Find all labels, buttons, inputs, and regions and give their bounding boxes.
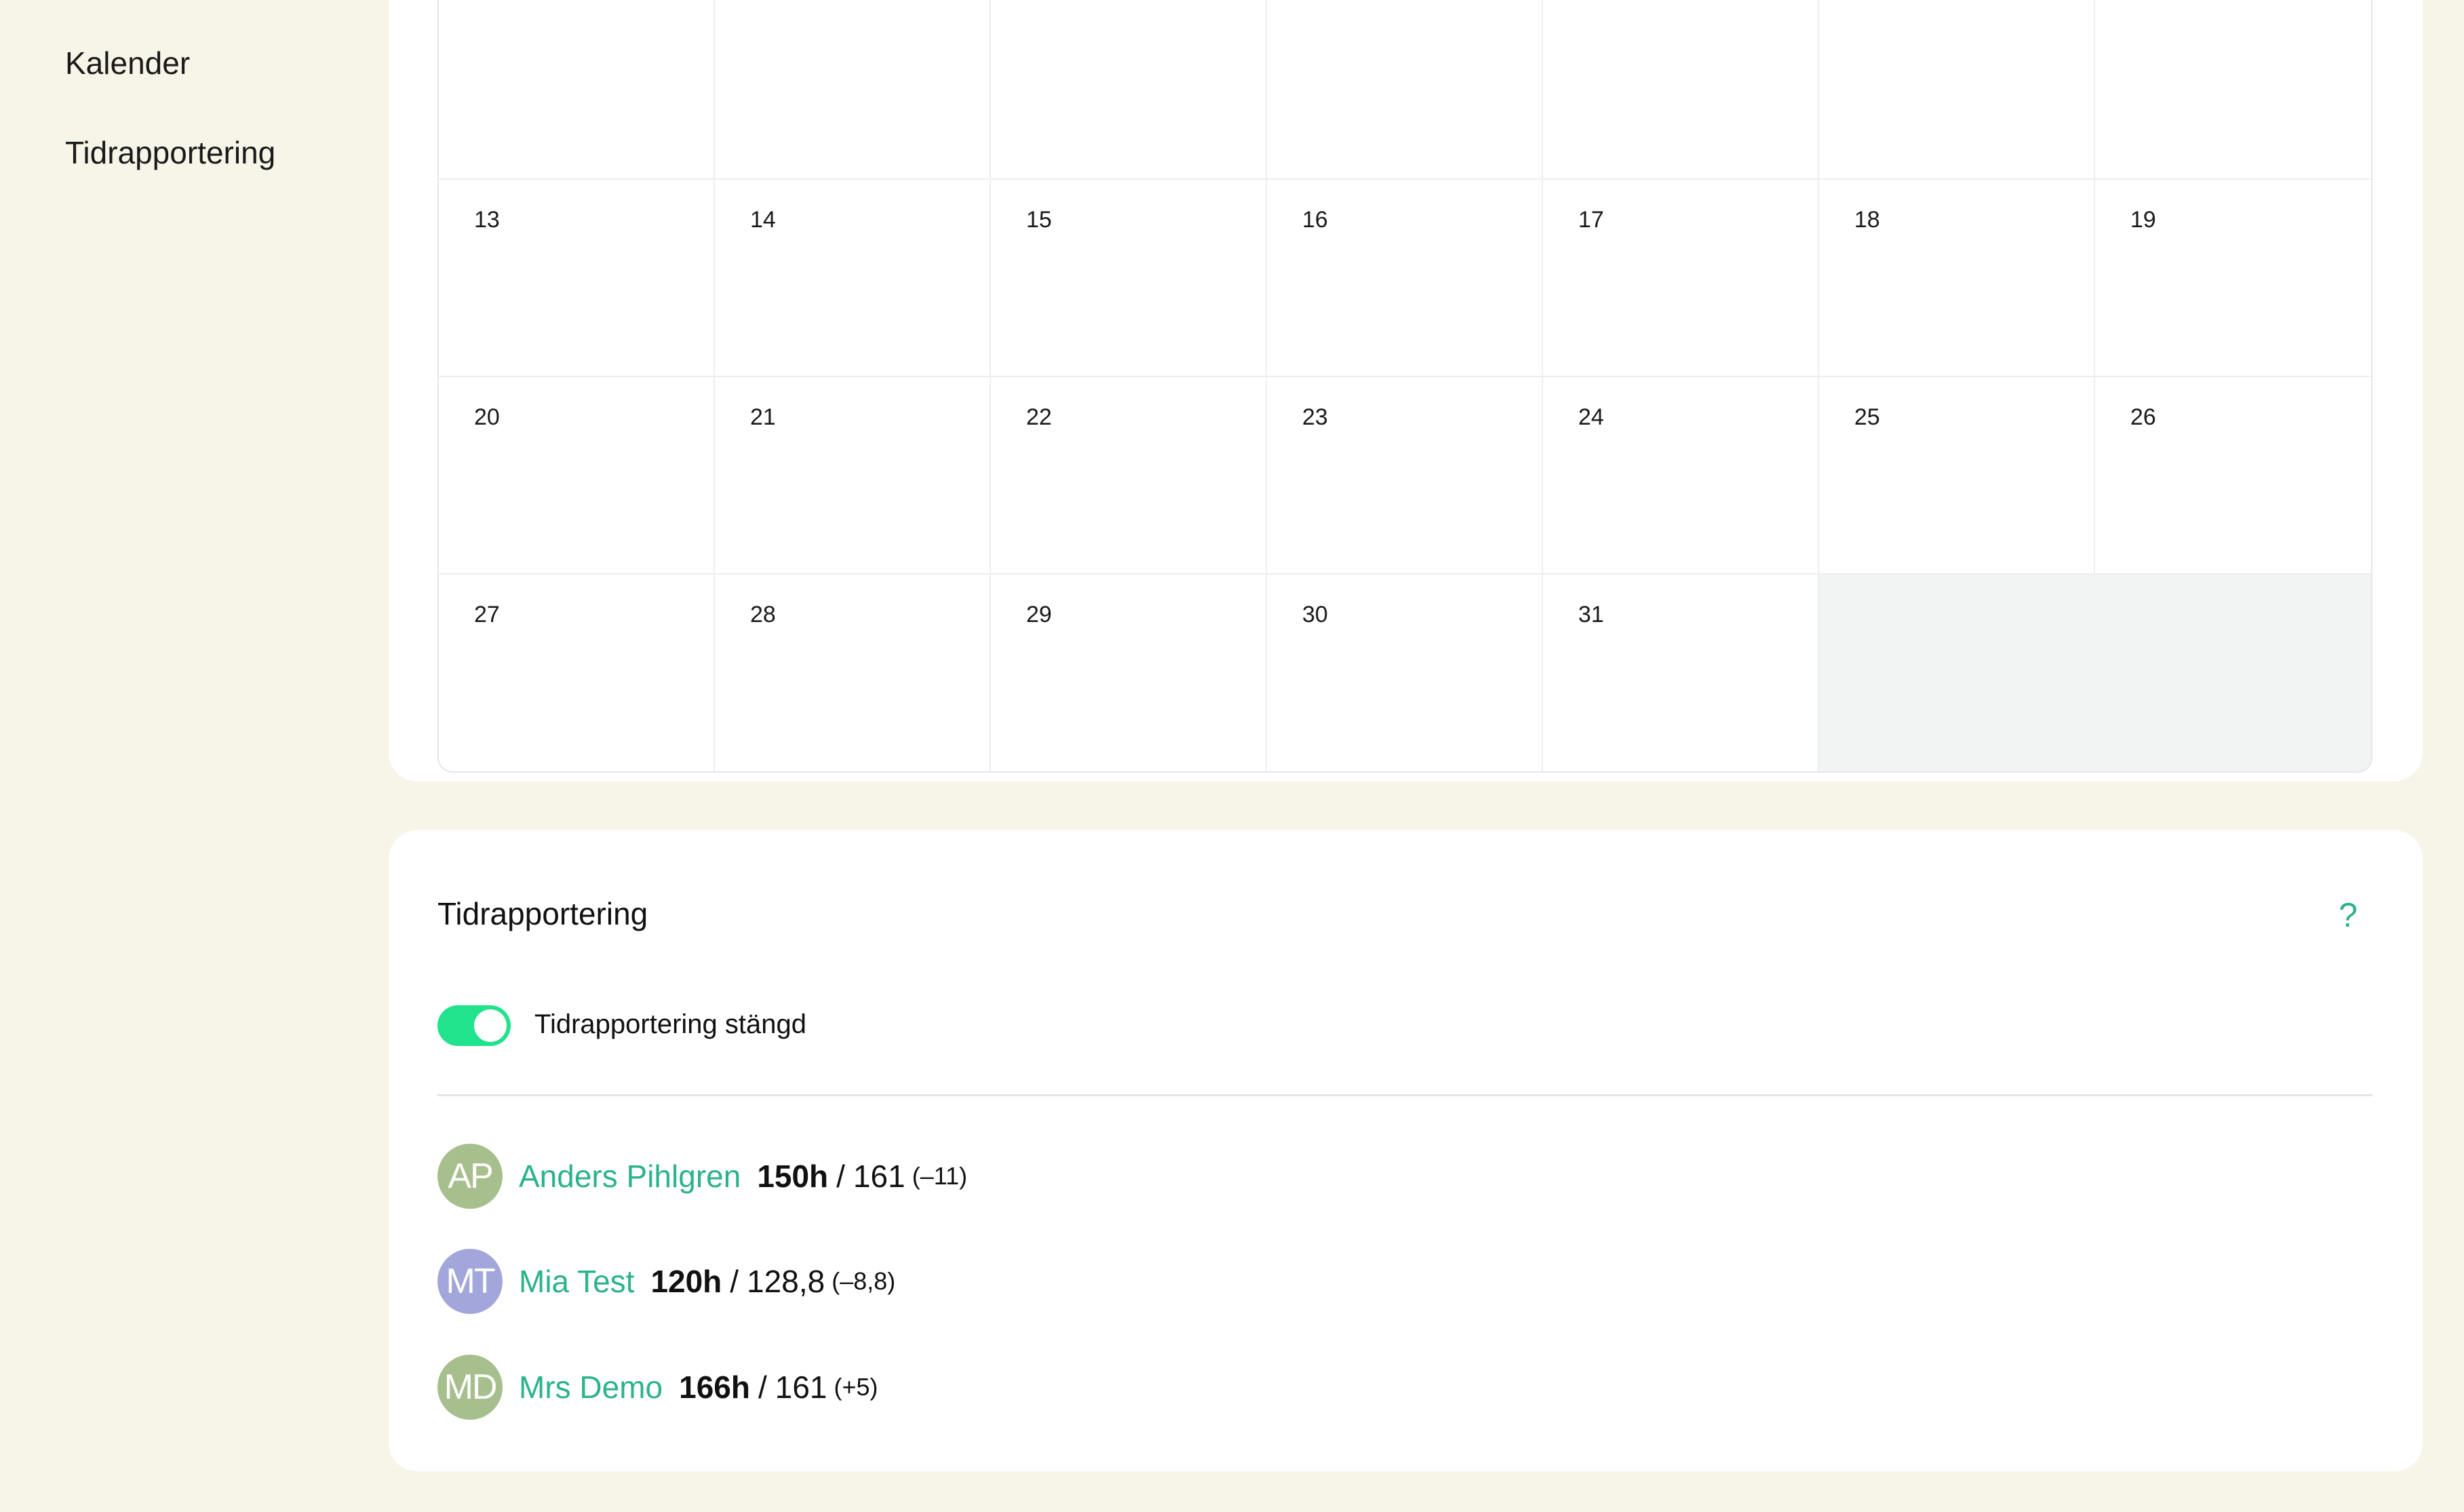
day-number: 17: [1578, 207, 1604, 233]
person-name-link[interactable]: Anders Pihlgren: [519, 1158, 741, 1195]
calendar-day-cell[interactable]: 17: [1543, 180, 1819, 377]
toggle-knob: [474, 1009, 507, 1042]
calendar-card: 13 14 15 16 17 18 19 20 21 22 23 24 25 2…: [389, 0, 2423, 781]
calendar-day-cell[interactable]: 18: [1819, 180, 2095, 377]
hours-difference: (–8,8): [832, 1267, 896, 1295]
hours-difference: (+5): [834, 1373, 878, 1401]
calendar-empty-cell: [2095, 575, 2371, 771]
calendar-day-cell[interactable]: [1267, 0, 1543, 180]
help-icon[interactable]: ?: [2339, 895, 2358, 935]
hours-difference: (–11): [912, 1162, 968, 1190]
calendar-day-cell[interactable]: [1819, 0, 2095, 180]
day-number: 30: [1302, 602, 1328, 627]
calendar-grid: 13 14 15 16 17 18 19 20 21 22 23 24 25 2…: [437, 0, 2372, 773]
time-report-card: Tidrapportering ? Tidrapportering stängd…: [389, 830, 2423, 1471]
calendar-day-cell[interactable]: 23: [1267, 377, 1543, 575]
hours-separator: /: [758, 1370, 767, 1405]
sidebar-item-tidrapportering[interactable]: Tidrapportering: [65, 134, 275, 171]
time-report-title: Tidrapportering: [437, 896, 648, 931]
calendar-day-cell[interactable]: 29: [991, 575, 1267, 771]
calendar-day-cell[interactable]: [2095, 0, 2371, 180]
reported-hours: 150h: [757, 1159, 829, 1194]
calendar-day-cell[interactable]: 31: [1543, 575, 1819, 771]
avatar: MD: [437, 1355, 503, 1420]
person-row: AP Anders Pihlgren 150h / 161 (–11): [437, 1144, 967, 1209]
calendar-day-cell[interactable]: 26: [2095, 377, 2371, 575]
divider: [437, 1094, 2372, 1096]
sidebar-item-kalender[interactable]: Kalender: [65, 45, 190, 81]
day-number: 18: [1854, 207, 1880, 233]
calendar-day-cell[interactable]: [715, 0, 991, 180]
calendar-day-cell[interactable]: 14: [715, 180, 991, 377]
day-number: 20: [474, 404, 500, 430]
calendar-day-cell[interactable]: [1543, 0, 1819, 180]
day-number: 27: [474, 602, 500, 627]
calendar-day-cell[interactable]: 16: [1267, 180, 1543, 377]
day-number: 22: [1026, 404, 1052, 430]
day-number: 21: [750, 404, 776, 430]
reported-hours: 166h: [679, 1370, 750, 1405]
day-number: 29: [1026, 602, 1052, 627]
person-name-link[interactable]: Mrs Demo: [519, 1369, 663, 1406]
day-number: 26: [2130, 404, 2156, 430]
day-number: 15: [1026, 207, 1052, 233]
time-report-toggle[interactable]: [437, 1005, 511, 1046]
person-row: MD Mrs Demo 166h / 161 (+5): [437, 1355, 878, 1420]
calendar-day-cell[interactable]: 27: [439, 575, 715, 771]
calendar-day-cell[interactable]: 21: [715, 377, 991, 575]
calendar-day-cell[interactable]: 25: [1819, 377, 2095, 575]
day-number: 23: [1302, 404, 1328, 430]
day-number: 16: [1302, 207, 1328, 233]
sidebar: Kalender Tidrapportering: [0, 0, 380, 1512]
hours-separator: /: [730, 1264, 739, 1299]
hours-separator: /: [836, 1159, 845, 1194]
calendar-day-cell[interactable]: 22: [991, 377, 1267, 575]
calendar-empty-cell: [1819, 575, 2095, 771]
avatar: MT: [437, 1249, 503, 1314]
day-number: 28: [750, 602, 776, 627]
person-name-link[interactable]: Mia Test: [519, 1263, 634, 1300]
calendar-day-cell[interactable]: 30: [1267, 575, 1543, 771]
reported-hours: 120h: [650, 1264, 722, 1299]
day-number: 25: [1854, 404, 1880, 430]
calendar-day-cell[interactable]: [991, 0, 1267, 180]
calendar-day-cell[interactable]: [439, 0, 715, 180]
calendar-day-cell[interactable]: 28: [715, 575, 991, 771]
calendar-day-cell[interactable]: 20: [439, 377, 715, 575]
target-hours: 161: [853, 1159, 905, 1194]
target-hours: 161: [775, 1370, 827, 1405]
person-row: MT Mia Test 120h / 128,8 (–8,8): [437, 1249, 895, 1314]
day-number: 24: [1578, 404, 1604, 430]
calendar-day-cell[interactable]: 24: [1543, 377, 1819, 575]
calendar-day-cell[interactable]: 13: [439, 180, 715, 377]
calendar-day-cell[interactable]: 15: [991, 180, 1267, 377]
day-number: 14: [750, 207, 776, 233]
day-number: 19: [2130, 207, 2156, 233]
calendar-day-cell[interactable]: 19: [2095, 180, 2371, 377]
avatar: AP: [437, 1144, 503, 1209]
toggle-label: Tidrapportering stängd: [534, 1009, 806, 1039]
day-number: 13: [474, 207, 500, 233]
target-hours: 128,8: [747, 1264, 825, 1299]
day-number: 31: [1578, 602, 1604, 627]
